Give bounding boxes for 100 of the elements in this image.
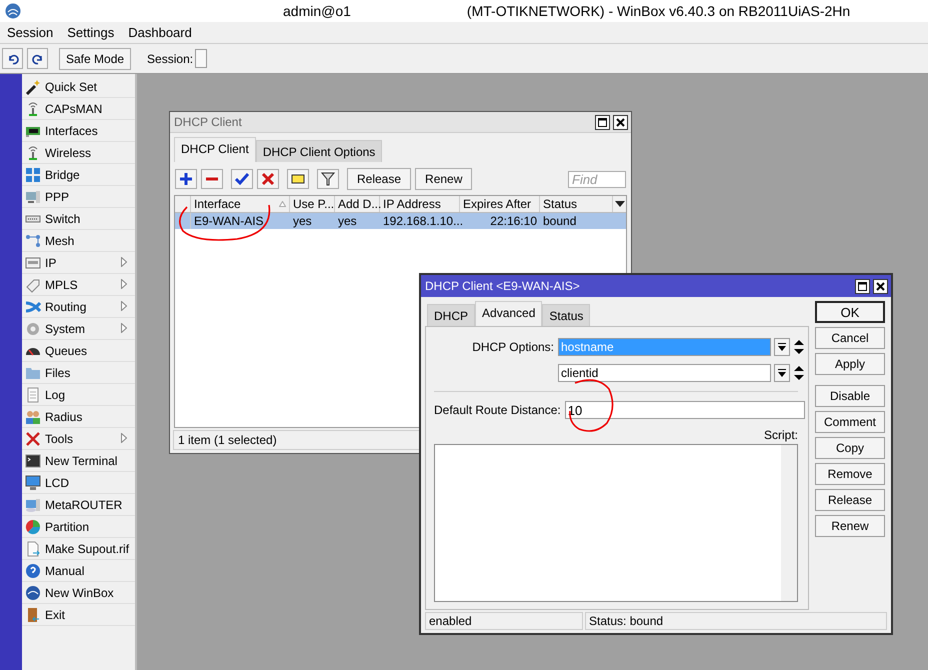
sidebar-item[interactable]: New WinBox [22,582,135,604]
sidebar-item[interactable]: MPLS [22,274,135,296]
caret-icon [614,201,624,207]
dropdown-field[interactable]: clientid [558,364,771,382]
tab[interactable]: DHCP [427,304,476,326]
sidebar-item[interactable]: Switch [22,208,135,230]
window-title: admin@o1 [283,3,351,19]
toolbar-button[interactable]: Renew [415,168,472,190]
tag-icon [25,276,41,292]
find-field[interactable]: Find [568,170,626,188]
column-header[interactable]: Status [540,196,613,212]
dialog-button[interactable]: Comment [815,411,885,433]
nodes-icon [25,232,41,248]
table-cell-text: E9-WAN-AIS [193,213,265,229]
sidebar-item[interactable]: LCD [22,472,135,494]
document-icon [25,540,41,556]
table-cell-text: yes [337,213,358,229]
add-button[interactable] [175,169,197,189]
sidebar-item[interactable]: Interfaces [22,120,135,142]
sidebar-item[interactable]: Files [22,362,135,384]
sidebar-item[interactable]: Exit [22,604,135,626]
status-field: Status: bound [585,612,887,630]
dialog-button[interactable]: Renew [815,515,885,537]
undo-button[interactable] [2,48,23,69]
session-label: Session: [147,52,194,66]
menu-item[interactable]: Settings [60,25,122,40]
cross-icon [261,172,275,186]
sidebar-item[interactable]: Wireless [22,142,135,164]
scrollbar[interactable] [781,445,797,601]
session-indicator [195,49,208,68]
tab[interactable]: DHCP Client Options [256,140,382,162]
sidebar-item[interactable]: PPP [22,186,135,208]
table-row[interactable]: E9-WAN-AIS yes yes 192.168.1.10... 22:16:10 bound [175,213,626,229]
globe-icon [25,584,41,600]
menu-item[interactable]: Dashboard [121,25,199,40]
redo-button[interactable] [27,48,48,69]
sidebar-item[interactable]: Partition [22,516,135,538]
window-title: (MT-OTIKNETWORK) - WinBox v6.40.3 on RB2011UiAS-2Hn [466,3,850,19]
sidebar-item[interactable]: MetaROUTER [22,494,135,516]
plus-icon [179,172,193,186]
table-cell-text: 192.168.1.10... [382,213,460,229]
sidebar-item[interactable]: System [22,318,135,340]
sidebar-item[interactable]: Radius [22,406,135,428]
sidebar-item[interactable]: CAPsMAN [22,98,135,120]
sidebar-item[interactable]: Log [22,384,135,406]
dialog-button[interactable]: Remove [815,463,885,485]
distance-field[interactable]: 10 [564,401,805,419]
up-down-icon[interactable] [794,340,804,354]
undo-icon [6,52,18,64]
sidebar-item[interactable]: Make Supout.rif [22,538,135,560]
computer-icon [25,496,41,512]
sidebar-item[interactable]: Queues [22,340,135,362]
enable-button[interactable] [231,169,253,189]
column-header[interactable]: IP Address [380,196,460,212]
crossed-arrows-icon [25,298,41,314]
sidebar-item[interactable]: New Terminal [22,450,135,472]
funnel-icon [321,172,335,186]
sidebar-item[interactable]: Quick Set [22,76,135,98]
tab[interactable]: DHCP Client [174,137,256,162]
maximize-button[interactable] [855,278,870,294]
status-field: enabled [425,612,583,630]
safe-mode-button[interactable]: Safe Mode [59,48,132,70]
squares-icon [25,166,41,182]
tab[interactable]: Status [542,304,590,326]
dialog-button[interactable]: Copy [815,437,885,459]
sidebar-item[interactable]: IP [22,252,135,274]
dropdown-arrow-icon [778,368,786,378]
dialog-button[interactable]: Release [815,489,885,511]
column-header[interactable]: Add D... [335,196,380,212]
remove-button[interactable] [201,169,223,189]
disable-button[interactable] [257,169,279,189]
dropdown-button[interactable] [774,364,790,382]
dialog-button[interactable]: Cancel [815,327,885,349]
table-cell-text: 22:16:10 [489,213,538,229]
comment-button[interactable] [287,169,309,189]
filter-button[interactable] [317,169,339,189]
sidebar-item[interactable]: Manual [22,560,135,582]
dialog-button[interactable]: OK [815,301,885,323]
dialog-button[interactable]: Disable [815,385,885,407]
sidebar-item[interactable]: Bridge [22,164,135,186]
dropdown-button[interactable] [774,338,790,356]
close-button[interactable] [873,278,888,294]
pie-chart-icon [25,518,41,534]
menu-item[interactable]: Session [0,25,60,40]
script-field[interactable] [434,444,798,602]
column-header[interactable]: Use P... [290,196,335,212]
sidebar-item[interactable]: Tools [22,428,135,450]
column-header[interactable]: Interface [191,196,290,212]
redo-icon [32,52,44,64]
sidebar-item[interactable]: Routing [22,296,135,318]
tab[interactable]: Advanced [475,301,542,326]
checkmark-icon [235,172,249,186]
up-down-icon[interactable] [794,366,804,380]
column-header[interactable]: Expires After [460,196,540,212]
door-icon [25,606,41,622]
dialog-button[interactable]: Apply [815,353,885,375]
dropdown-arrow-icon [778,342,786,352]
toolbar-button[interactable]: Release [347,168,412,190]
tools-icon [25,430,41,446]
sidebar-item[interactable]: Mesh [22,230,135,252]
